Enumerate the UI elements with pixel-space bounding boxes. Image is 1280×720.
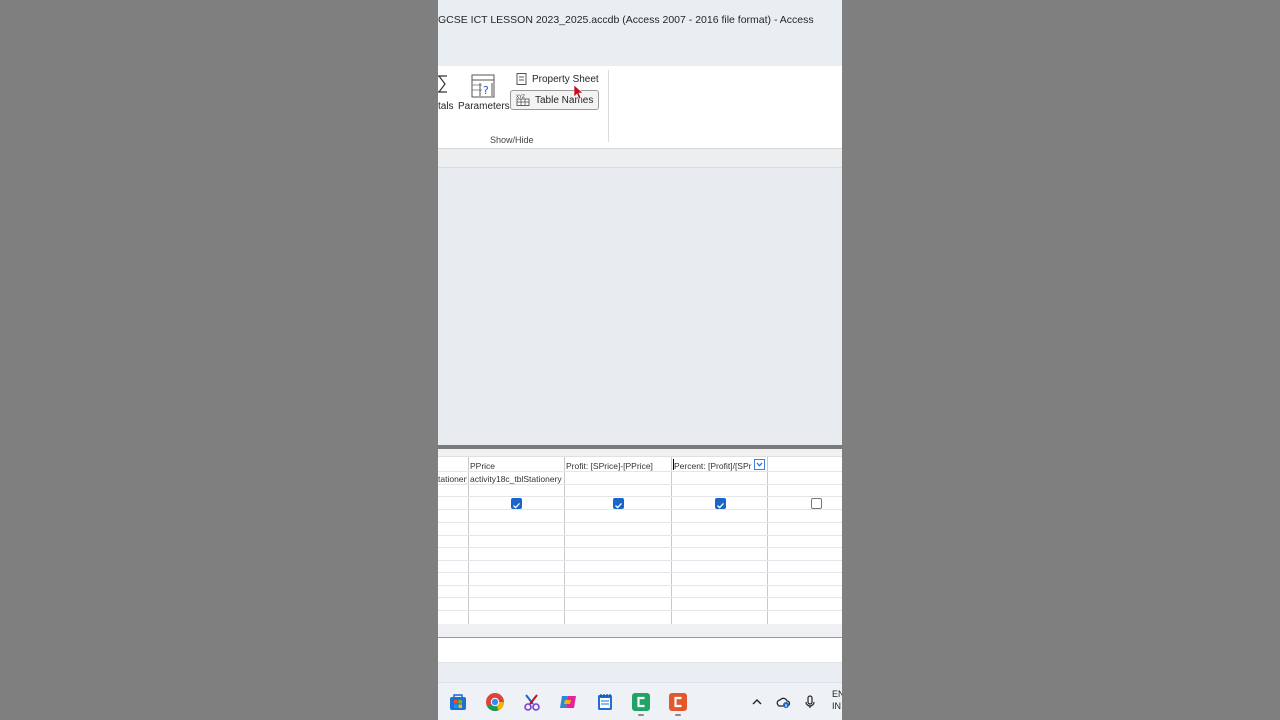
- running-indicator: [675, 714, 681, 716]
- column-separator: [468, 457, 469, 624]
- property-sheet-label: Property Sheet: [532, 73, 599, 85]
- query-design-grid: PPrice Profit: [SPrice]-[PPrice] Percent…: [438, 449, 842, 624]
- windows-taskbar: EN IN: [438, 682, 842, 720]
- green-app-icon[interactable]: [631, 692, 651, 712]
- totals-label[interactable]: tals: [438, 101, 454, 112]
- running-indicator: [638, 714, 644, 716]
- parameters-icon[interactable]: ?: [470, 72, 496, 100]
- table-names-label: Table Names: [535, 94, 594, 106]
- microphone-icon[interactable]: [802, 694, 818, 710]
- chevron-down-icon: [756, 462, 763, 467]
- snipping-tool-icon[interactable]: [522, 692, 542, 712]
- language-line-2: IN: [832, 701, 841, 711]
- grid-row-line: [438, 522, 842, 523]
- store-icon[interactable]: [448, 692, 468, 712]
- parameters-label[interactable]: Parameters: [458, 101, 510, 112]
- access-window: GCSE ICT LESSON 2023_2025.accdb (Access …: [438, 0, 842, 720]
- checkmark-icon: [513, 502, 520, 509]
- language-line-1: EN: [832, 689, 842, 699]
- video-letterbox-right: [842, 0, 1280, 720]
- grid-row-line: [438, 585, 842, 586]
- grid-column-selectors[interactable]: [438, 449, 842, 457]
- show-checkbox[interactable]: [613, 498, 624, 509]
- grid-row-line: [438, 610, 842, 611]
- checkmark-icon: [615, 502, 622, 509]
- field-cell-active[interactable]: Percent: [Profit]/[SPr: [674, 461, 754, 471]
- ribbon: tals ? Parameters Property Sheet XYZ Tab…: [438, 66, 842, 149]
- notepad-icon[interactable]: [595, 692, 615, 712]
- video-letterbox-left: [0, 0, 438, 720]
- grid-row-line: [438, 572, 842, 573]
- show-checkbox[interactable]: [811, 498, 822, 509]
- onedrive-sync-icon[interactable]: [775, 694, 791, 710]
- table-names-button[interactable]: XYZ Table Names: [510, 90, 600, 110]
- svg-text:?: ?: [483, 84, 489, 97]
- grid-row-line: [438, 535, 842, 536]
- show-checkbox[interactable]: [715, 498, 726, 509]
- checkmark-icon: [717, 502, 724, 509]
- field-dropdown-button[interactable]: [754, 459, 765, 470]
- title-bar: GCSE ICT LESSON 2023_2025.accdb (Access …: [438, 0, 842, 66]
- chrome-icon[interactable]: [485, 692, 505, 712]
- mouse-cursor-icon: [574, 85, 584, 100]
- copilot-icon[interactable]: [558, 692, 578, 712]
- field-cell[interactable]: Profit: [SPrice]-[PPrice]: [566, 461, 669, 471]
- grid-row-line: [438, 547, 842, 548]
- grid-scroll-area[interactable]: [438, 624, 842, 638]
- document-tab-strip: [438, 149, 842, 168]
- grid-row-line: [438, 496, 842, 497]
- column-separator: [767, 457, 768, 624]
- grid-row-line: [438, 471, 842, 472]
- grid-row-line: [438, 509, 842, 510]
- property-sheet-icon: [516, 73, 527, 85]
- table-names-icon: XYZ: [516, 94, 530, 106]
- property-sheet-button[interactable]: Property Sheet: [512, 69, 603, 89]
- window-title: GCSE ICT LESSON 2023_2025.accdb (Access …: [438, 14, 814, 26]
- orange-app-icon[interactable]: [668, 692, 688, 712]
- column-separator: [671, 457, 672, 624]
- totals-icon[interactable]: [438, 74, 450, 94]
- column-separator: [564, 457, 565, 624]
- status-bar: [438, 638, 842, 663]
- chevron-up-icon[interactable]: [749, 694, 765, 710]
- table-cell[interactable]: activity18c_tblStationery: [470, 474, 562, 484]
- grid-row-line: [438, 597, 842, 598]
- ribbon-group-separator: [608, 70, 609, 142]
- field-cell[interactable]: PPrice: [470, 461, 562, 471]
- show-hide-group-label: Show/Hide: [490, 135, 534, 145]
- grid-row-line: [438, 484, 842, 485]
- text-caret: [673, 459, 674, 470]
- grid-row-line: [438, 560, 842, 561]
- table-cell[interactable]: tationery: [438, 474, 467, 484]
- show-checkbox[interactable]: [511, 498, 522, 509]
- query-table-pane[interactable]: [438, 168, 842, 445]
- language-indicator[interactable]: EN IN: [832, 688, 842, 712]
